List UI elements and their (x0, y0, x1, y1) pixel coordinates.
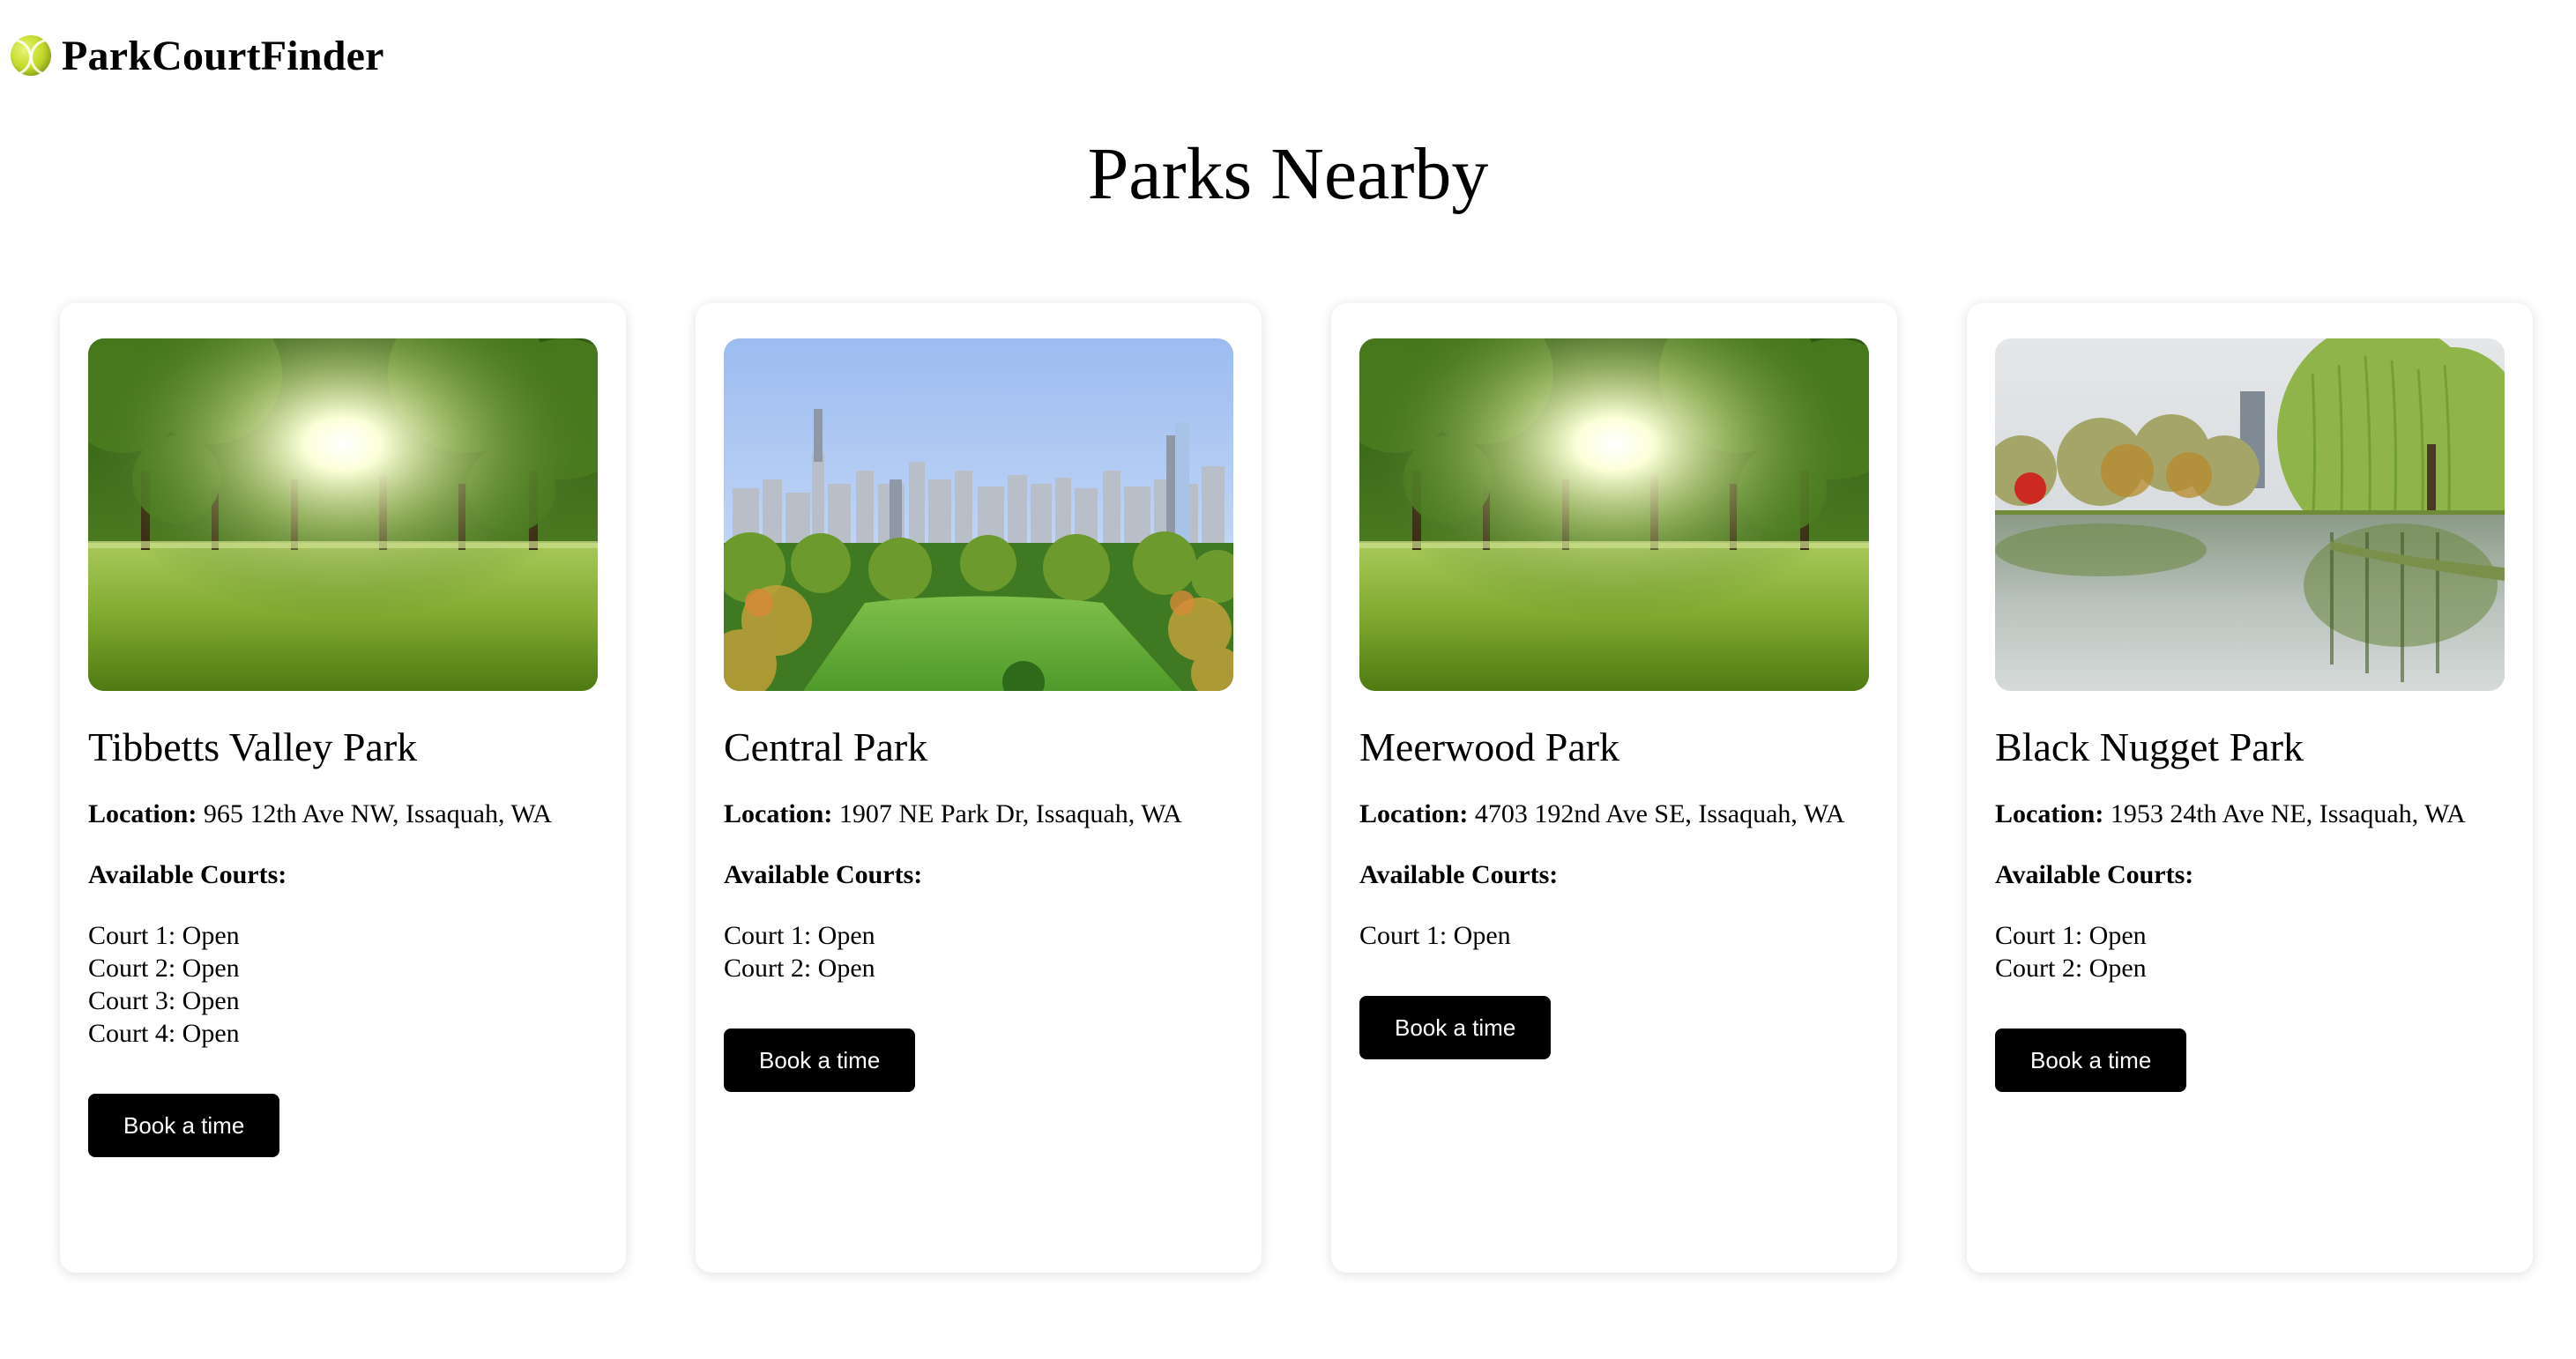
book-a-time-button[interactable]: Book a time (1995, 1029, 2187, 1093)
site-header: ParkCourtFinder (11, 26, 384, 85)
court-list: Court 1: Open Court 2: Open Court 3: Ope… (88, 919, 598, 1050)
park-image (724, 338, 1233, 691)
book-a-time-button[interactable]: Book a time (724, 1029, 916, 1093)
location-value: 1953 24th Ave NE, Issaquah, WA (2110, 799, 2466, 829)
park-card: Tibbetts Valley Park Location: 965 12th … (60, 303, 626, 1273)
park-name: Meerwood Park (1359, 724, 1620, 769)
park-name: Tibbetts Valley Park (88, 724, 418, 769)
location-value: 965 12th Ave NW, Issaquah, WA (203, 799, 553, 829)
court-status: Court 1: Open (88, 921, 240, 951)
location-value: 1907 NE Park Dr, Issaquah, WA (838, 799, 1182, 829)
city-skyline-park-image (724, 338, 1233, 691)
court-status: Court 4: Open (88, 1019, 240, 1049)
courts-heading: Available Courts: (88, 860, 287, 890)
park-image (1995, 338, 2505, 691)
pond-willow-park-image (1995, 338, 2505, 691)
courts-heading: Available Courts: (1359, 860, 1559, 890)
court-status: Court 1: Open (1359, 921, 1511, 951)
park-card: Meerwood Park Location: 4703 192nd Ave S… (1331, 303, 1897, 1273)
park-name: Black Nugget Park (1995, 724, 2304, 769)
page-title: Parks Nearby (1087, 133, 1489, 215)
court-status: Court 3: Open (88, 986, 240, 1016)
court-status: Court 2: Open (1995, 954, 2147, 984)
tennis-ball-icon (11, 35, 51, 76)
court-status: Court 2: Open (724, 954, 875, 984)
court-list: Court 1: Open Court 2: Open (1995, 919, 2505, 984)
location-label: Location: (1995, 799, 2104, 829)
park-location: Location: 965 12th Ave NW, Issaquah, WA (88, 798, 598, 830)
book-a-time-button[interactable]: Book a time (88, 1094, 280, 1158)
court-status: Court 1: Open (1995, 921, 2147, 951)
location-label: Location: (88, 799, 197, 829)
location-value: 4703 192nd Ave SE, Issaquah, WA (1474, 799, 1845, 829)
location-label: Location: (724, 799, 833, 829)
court-list: Court 1: Open Court 2: Open (724, 919, 1233, 984)
sunny-park-lawn-image (88, 338, 598, 691)
park-name: Central Park (724, 724, 928, 769)
court-list: Court 1: Open (1359, 919, 1869, 952)
park-card: Central Park Location: 1907 NE Park Dr, … (696, 303, 1262, 1273)
park-card-list: Tibbetts Valley Park Location: 965 12th … (0, 303, 2576, 1273)
court-status: Court 2: Open (88, 954, 240, 984)
park-image (1359, 338, 1869, 691)
sunny-park-lawn-image (1359, 338, 1869, 691)
courts-heading: Available Courts: (724, 860, 923, 890)
park-location: Location: 4703 192nd Ave SE, Issaquah, W… (1359, 798, 1869, 830)
park-card: Black Nugget Park Location: 1953 24th Av… (1967, 303, 2533, 1273)
book-a-time-button[interactable]: Book a time (1359, 996, 1552, 1060)
court-status: Court 1: Open (724, 921, 875, 951)
park-image (88, 338, 598, 691)
park-location: Location: 1907 NE Park Dr, Issaquah, WA (724, 798, 1233, 830)
park-location: Location: 1953 24th Ave NE, Issaquah, WA (1995, 798, 2505, 830)
brand-name[interactable]: ParkCourtFinder (62, 32, 384, 80)
location-label: Location: (1359, 799, 1469, 829)
courts-heading: Available Courts: (1995, 860, 2194, 890)
